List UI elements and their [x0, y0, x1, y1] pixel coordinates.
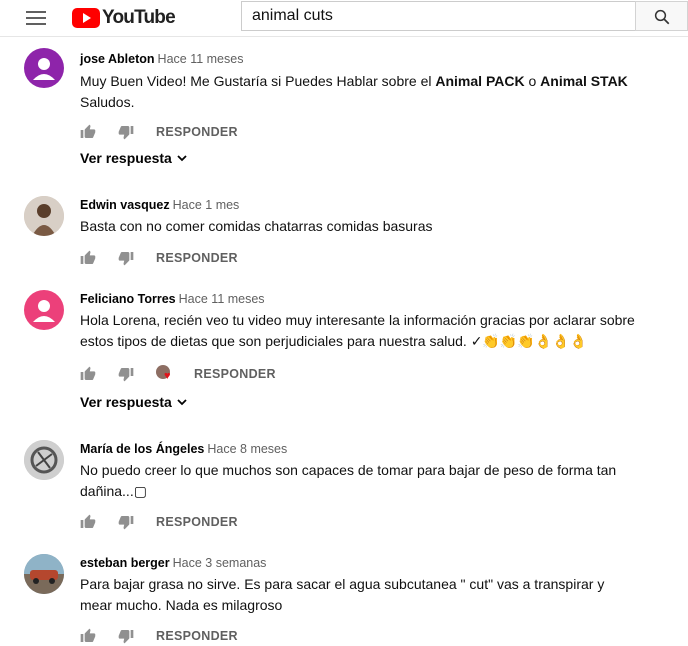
view-replies-label: Ver respuesta — [80, 150, 172, 166]
comment-text-bold: Animal PACK — [435, 73, 525, 89]
creator-heart-icon: ♥ — [156, 365, 174, 383]
play-icon — [72, 8, 100, 28]
masthead: YouTube animal cuts — [0, 0, 688, 37]
dislike-icon[interactable] — [118, 250, 134, 266]
dislike-icon[interactable] — [118, 514, 134, 530]
comment-time[interactable]: Hace 3 semanas — [173, 556, 267, 570]
comment-header: María de los Ángeles Hace 8 meses — [80, 442, 287, 456]
comment-text-part: Muy Buen Video! Me Gustaría si Puedes Ha… — [80, 73, 436, 89]
comment-header: esteban berger Hace 3 semanas — [80, 556, 266, 570]
comment-actions: ♥ RESPONDER — [80, 364, 276, 384]
search-button[interactable] — [635, 1, 688, 31]
comment-text: Basta con no comer comidas chatarras com… — [80, 218, 433, 234]
author-name[interactable]: María de los Ángeles — [80, 442, 204, 456]
author-name[interactable]: esteban berger — [80, 556, 170, 570]
comment-time[interactable]: Hace 11 meses — [179, 292, 265, 306]
like-icon[interactable] — [80, 250, 96, 266]
comment-header: Edwin vasquez Hace 1 mes — [80, 198, 239, 212]
comment-text: Para bajar grasa no sirve. Es para sacar… — [80, 576, 605, 613]
comment-text: Hola Lorena, recién veo tu video muy int… — [80, 312, 635, 349]
avatar[interactable] — [24, 290, 64, 330]
heart-icon: ♥ — [164, 370, 171, 382]
comment-text: Muy Buen Video! Me Gustaría si Puedes Ha… — [80, 71, 640, 113]
comment-text: No puedo creer lo que muchos son capaces… — [80, 462, 617, 499]
like-icon[interactable] — [80, 628, 96, 644]
view-replies-button[interactable]: Ver respuesta — [80, 150, 188, 166]
dislike-icon[interactable] — [118, 628, 134, 644]
search-icon — [654, 9, 670, 25]
reply-button[interactable]: RESPONDER — [156, 251, 238, 265]
comment-text-part: o — [524, 73, 541, 89]
youtube-logo[interactable]: YouTube — [72, 7, 176, 29]
avatar[interactable] — [24, 440, 64, 480]
reply-button[interactable]: RESPONDER — [156, 125, 238, 139]
avatar[interactable] — [24, 48, 64, 88]
avatar[interactable] — [24, 196, 64, 236]
view-replies-label: Ver respuesta — [80, 394, 172, 410]
logo-text: YouTube — [102, 7, 176, 28]
comment-actions: RESPONDER — [80, 626, 238, 646]
reply-button[interactable]: RESPONDER — [156, 515, 238, 529]
reply-button[interactable]: RESPONDER — [156, 629, 238, 643]
comment-time[interactable]: Hace 1 mes — [173, 198, 240, 212]
comment-time[interactable]: Hace 8 meses — [207, 442, 287, 456]
author-name[interactable]: jose Ableton — [80, 52, 155, 66]
avatar[interactable] — [24, 554, 64, 594]
author-name[interactable]: Edwin vasquez — [80, 198, 170, 212]
view-replies-button[interactable]: Ver respuesta — [80, 394, 188, 410]
comment-actions: RESPONDER — [80, 512, 238, 532]
comment-text-bold: Animal STAK — [540, 73, 628, 89]
like-icon[interactable] — [80, 514, 96, 530]
dislike-icon[interactable] — [118, 124, 134, 140]
search-input[interactable]: animal cuts — [241, 1, 635, 31]
like-icon[interactable] — [80, 124, 96, 140]
comment-actions: RESPONDER — [80, 122, 238, 142]
reply-button[interactable]: RESPONDER — [194, 367, 276, 381]
comment-header: jose Ableton Hace 11 meses — [80, 52, 243, 66]
comment-time[interactable]: Hace 11 meses — [158, 52, 244, 66]
comment-text-part: Saludos. — [80, 94, 135, 110]
comment-header: Feliciano Torres Hace 11 meses — [80, 292, 265, 306]
chevron-down-icon — [177, 399, 187, 406]
chevron-down-icon — [177, 155, 187, 162]
dislike-icon[interactable] — [118, 366, 134, 382]
comment-actions: RESPONDER — [80, 248, 238, 268]
author-name[interactable]: Feliciano Torres — [80, 292, 176, 306]
menu-icon[interactable] — [26, 10, 46, 26]
like-icon[interactable] — [80, 366, 96, 382]
